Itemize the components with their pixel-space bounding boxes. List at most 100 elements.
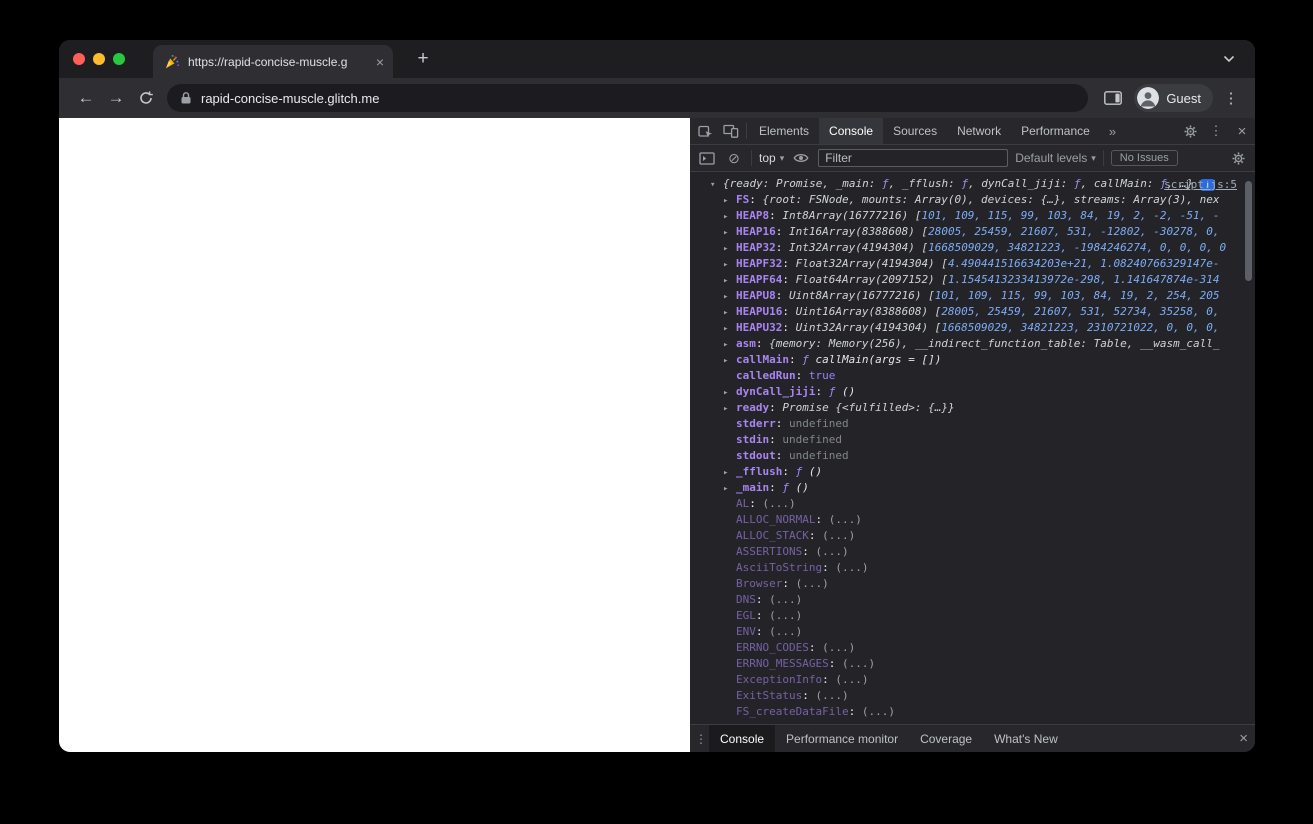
punctuation: : — [782, 305, 796, 318]
disclosure-closed-icon[interactable]: ▸ — [723, 321, 736, 336]
console-scrollbar[interactable] — [1245, 181, 1252, 281]
tab-search-chevron-icon[interactable] — [1217, 47, 1241, 71]
console-line: ▸ dynCall_jiji: ƒ () — [690, 384, 1255, 400]
disclosure-closed-icon[interactable]: ▸ — [723, 241, 736, 256]
issues-counter[interactable]: No Issues — [1110, 150, 1178, 166]
property-name: HEAPF32 — [736, 257, 783, 270]
drawer-tab-coverage[interactable]: Coverage — [909, 725, 983, 752]
device-toolbar-icon[interactable] — [718, 118, 744, 144]
getter-ellipsis[interactable]: (...) — [815, 689, 848, 702]
live-expression-eye-icon[interactable] — [791, 152, 811, 164]
devtools-tab-sources[interactable]: Sources — [883, 118, 947, 144]
disclosure-closed-icon[interactable]: ▸ — [723, 305, 736, 320]
disclosure-closed-icon[interactable]: ▸ — [723, 465, 736, 480]
disclosure-closed-icon[interactable]: ▸ — [723, 209, 736, 224]
getter-ellipsis[interactable]: (...) — [862, 705, 895, 718]
disclosure-closed-icon[interactable]: ▸ — [723, 353, 736, 368]
devtools-tab-performance[interactable]: Performance — [1011, 118, 1100, 144]
browser-menu-icon[interactable]: ⋮ — [1219, 89, 1243, 107]
punctuation: : — [769, 481, 783, 494]
console-line: Browser: (...) — [690, 576, 1255, 592]
undefined-value: undefined — [782, 433, 842, 446]
log-levels-dropdown[interactable]: Default levels ▾ — [1015, 151, 1096, 165]
getter-ellipsis[interactable]: (...) — [842, 657, 875, 670]
console-sidebar-icon[interactable] — [697, 151, 717, 165]
profile-button[interactable]: Guest — [1134, 84, 1213, 112]
tab-strip: https://rapid-concise-muscle.g × + — [59, 40, 1255, 78]
disclosure-closed-icon[interactable]: ▸ — [723, 193, 736, 208]
property-name: HEAPU8 — [736, 289, 776, 302]
disclosure-open-icon[interactable]: ▾ — [710, 177, 723, 192]
getter-ellipsis[interactable]: (...) — [796, 577, 829, 590]
side-panel-icon[interactable] — [1098, 83, 1128, 113]
getter-ellipsis[interactable]: (...) — [815, 545, 848, 558]
disclosure-closed-icon[interactable]: ▸ — [723, 337, 736, 352]
value-preview: Int32Array(4194304) [ — [789, 241, 929, 254]
getter-ellipsis[interactable]: (...) — [763, 497, 796, 510]
property-name: ASSERTIONS — [736, 545, 803, 558]
console-log: ▾ {ready: Promise, _main: ƒ, _fflush: ƒ, … — [690, 176, 1255, 720]
disclosure-closed-icon[interactable]: ▸ — [723, 257, 736, 272]
page-content[interactable] — [59, 118, 690, 752]
getter-ellipsis[interactable]: (...) — [822, 529, 855, 542]
value-preview: Float64Array(2097152) [ — [795, 273, 948, 286]
disclosure-closed-icon[interactable]: ▸ — [723, 401, 736, 416]
property-name: HEAPU32 — [736, 321, 783, 334]
console-output[interactable]: script.js:5 ▾ {ready: Promise, _main: ƒ, … — [690, 172, 1255, 724]
minimize-window-button[interactable] — [93, 53, 105, 65]
console-line: ExceptionInfo: (...) — [690, 672, 1255, 688]
devtools-menu-icon[interactable]: ⋮ — [1203, 123, 1229, 139]
address-bar[interactable]: rapid-concise-muscle.glitch.me — [167, 84, 1089, 112]
getter-ellipsis[interactable]: (...) — [769, 593, 802, 606]
lock-icon[interactable] — [180, 91, 192, 105]
close-window-button[interactable] — [73, 53, 85, 65]
disclosure-closed-icon[interactable]: ▸ — [723, 273, 736, 288]
getter-ellipsis[interactable]: (...) — [829, 513, 862, 526]
devtools-tab-network[interactable]: Network — [947, 118, 1011, 144]
clear-console-icon[interactable]: ⊘ — [724, 151, 744, 165]
source-link[interactable]: script.js:5 — [1164, 178, 1237, 191]
drawer-tab-console[interactable]: Console — [709, 725, 776, 752]
inspect-element-icon[interactable] — [692, 118, 718, 144]
disclosure-closed-icon[interactable]: ▸ — [723, 385, 736, 400]
value-preview: Int8Array(16777216) [ — [782, 209, 922, 222]
disclosure-closed-icon[interactable]: ▸ — [723, 481, 736, 496]
punctuation: : — [822, 561, 836, 574]
property-name: Browser — [736, 577, 783, 590]
drawer-close-icon[interactable]: × — [1239, 730, 1248, 747]
getter-ellipsis[interactable]: (...) — [835, 673, 868, 686]
context-selector[interactable]: top ▾ — [759, 151, 784, 165]
filter-input[interactable] — [818, 149, 1009, 167]
getter-ellipsis[interactable]: (...) — [835, 561, 868, 574]
console-settings-gear-icon[interactable] — [1228, 151, 1248, 166]
property-name: EGL — [736, 609, 756, 622]
settings-gear-icon[interactable] — [1177, 124, 1203, 139]
drawer-tab-what-s-new[interactable]: What's New — [983, 725, 1069, 752]
value-preview: {root: FSNode, mounts: Array(0), devices… — [762, 193, 1220, 206]
back-button[interactable]: ← — [71, 83, 101, 113]
drawer-tab-performance-monitor[interactable]: Performance monitor — [775, 725, 909, 752]
getter-ellipsis[interactable]: (...) — [769, 609, 802, 622]
fullscreen-window-button[interactable] — [113, 53, 125, 65]
reload-button[interactable] — [131, 83, 161, 113]
drawer-menu-icon[interactable]: ⋮ — [693, 725, 709, 752]
console-line: ▸ HEAP16: Int16Array(8388608) [28005, 254… — [690, 224, 1255, 240]
console-line: ASSERTIONS: (...) — [690, 544, 1255, 560]
console-line: ALLOC_STACK: (...) — [690, 528, 1255, 544]
new-tab-button[interactable]: + — [409, 45, 437, 73]
getter-ellipsis[interactable]: (...) — [769, 625, 802, 638]
getter-ellipsis[interactable]: (...) — [822, 641, 855, 654]
devtools-tab-console[interactable]: Console — [819, 118, 884, 144]
forward-button[interactable]: → — [101, 83, 131, 113]
devtools-close-icon[interactable]: × — [1229, 123, 1255, 140]
tab-close-icon[interactable]: × — [376, 55, 384, 69]
disclosure-closed-icon[interactable]: ▸ — [723, 225, 736, 240]
console-line: ALLOC_NORMAL: (...) — [690, 512, 1255, 528]
browser-tab[interactable]: https://rapid-concise-muscle.g × — [153, 45, 393, 78]
devtools-tab-elements[interactable]: Elements — [749, 118, 819, 144]
console-line: ▸ HEAPF64: Float64Array(2097152) [1.15454… — [690, 272, 1255, 288]
punctuation: : — [755, 593, 770, 606]
property-name: DNS — [736, 593, 756, 606]
disclosure-closed-icon[interactable]: ▸ — [723, 289, 736, 304]
more-tabs-icon[interactable]: » — [1100, 118, 1125, 144]
